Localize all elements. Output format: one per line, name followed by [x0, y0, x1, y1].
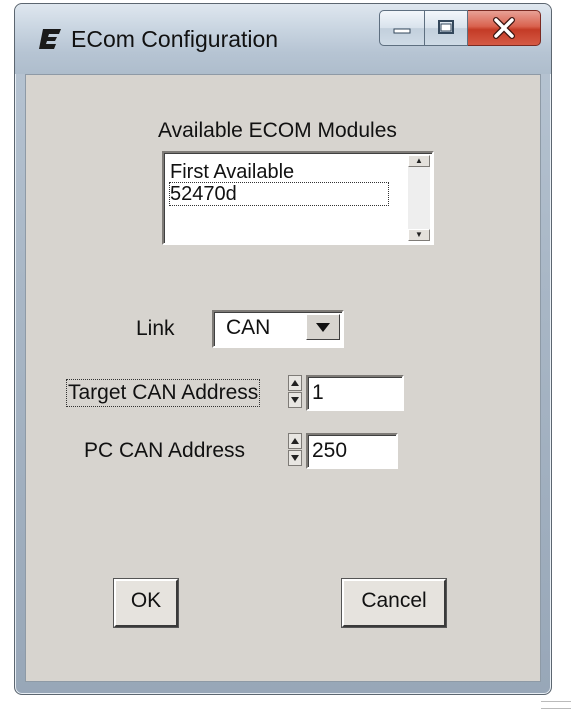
spin-down-icon[interactable]: [288, 450, 302, 466]
modules-heading: Available ECOM Modules: [158, 119, 397, 142]
spin-up-icon[interactable]: [288, 375, 302, 391]
scroll-up-button[interactable]: ▲: [408, 155, 430, 167]
scroll-down-button[interactable]: ▼: [408, 229, 430, 241]
dropdown-button[interactable]: [306, 314, 340, 340]
maximize-button[interactable]: [425, 10, 468, 46]
ecom-configuration-window: ECom Configuration Available ECOM Module…: [14, 3, 552, 695]
window-title: ECom Configuration: [71, 26, 279, 52]
close-button[interactable]: [468, 10, 541, 46]
dialog-body: Available ECOM Modules First Available 5…: [25, 74, 541, 682]
link-selected-value: CAN: [226, 316, 271, 339]
target-can-address-spinner[interactable]: [288, 375, 302, 409]
cancel-button[interactable]: Cancel: [342, 579, 446, 627]
chevron-down-icon: [316, 323, 330, 332]
pc-can-address-spinner[interactable]: [288, 433, 302, 467]
link-dropdown[interactable]: CAN: [212, 310, 344, 348]
target-can-address-input[interactable]: [306, 375, 404, 411]
spin-down-icon[interactable]: [288, 392, 302, 408]
minimize-icon: [393, 28, 411, 34]
close-icon: [493, 17, 515, 39]
ecom-app-icon: [39, 29, 61, 49]
pc-can-address-label: PC CAN Address: [84, 439, 246, 462]
caption-buttons: [379, 10, 541, 46]
spin-up-icon[interactable]: [288, 433, 302, 449]
maximize-icon: [438, 20, 454, 34]
list-item-52470d[interactable]: 52470d: [169, 182, 389, 206]
listbox-scrollbar[interactable]: ▲ ▼: [408, 155, 430, 241]
ok-button[interactable]: OK: [114, 579, 178, 627]
minimize-button[interactable]: [379, 10, 425, 46]
link-label: Link: [136, 317, 175, 340]
modules-listbox[interactable]: First Available 52470d ▲ ▼: [162, 151, 434, 245]
list-item-first-available[interactable]: First Available: [170, 161, 294, 183]
target-can-address-label: Target CAN Address: [65, 379, 261, 407]
title-bar[interactable]: ECom Configuration: [15, 4, 551, 74]
pc-can-address-input[interactable]: [306, 433, 398, 469]
watermark-mark: [541, 701, 571, 709]
